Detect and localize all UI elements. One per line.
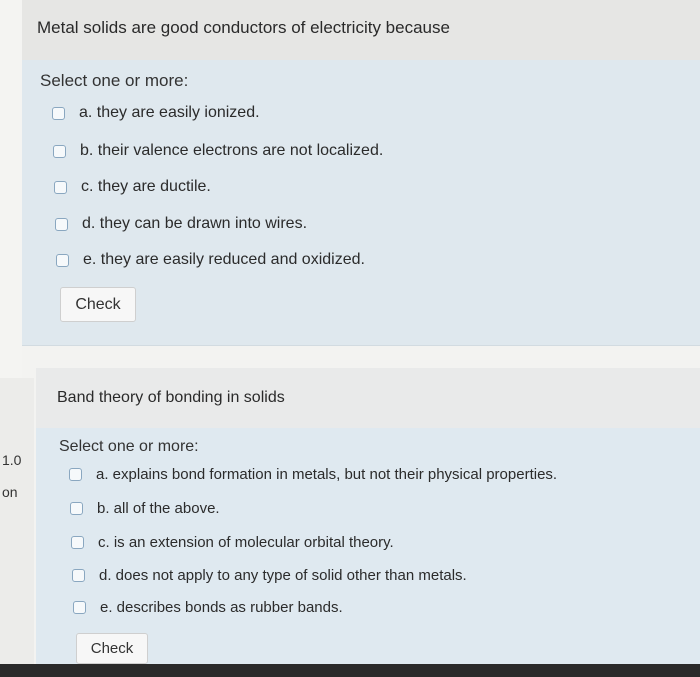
question-1-option-a[interactable]: a. they are easily ionized.: [52, 104, 260, 122]
checkbox[interactable]: [71, 536, 84, 549]
question-2-info-panel: 1.0 on: [0, 378, 34, 668]
checkbox[interactable]: [70, 502, 83, 515]
question-2-option-b[interactable]: b. all of the above.: [70, 500, 220, 517]
option-label: d. they can be drawn into wires.: [82, 215, 308, 232]
checkbox[interactable]: [73, 601, 86, 614]
option-label: e. they are easily reduced and oxidized.: [83, 251, 365, 268]
question-2-text: Band theory of bonding in solids: [57, 389, 285, 406]
checkbox[interactable]: [54, 180, 67, 194]
option-label: a. they are easily ionized.: [79, 104, 260, 121]
checkbox[interactable]: [55, 217, 68, 231]
checkbox[interactable]: [72, 569, 85, 582]
question-1-panel: Metal solids are good conductors of elec…: [22, 0, 700, 346]
checkbox[interactable]: [53, 144, 66, 158]
question-2-check-button[interactable]: Check: [76, 633, 148, 664]
question-2-option-a[interactable]: a. explains bond formation in metals, bu…: [69, 466, 557, 483]
option-label: c. is an extension of molecular orbital …: [98, 534, 394, 551]
question-1-check-button[interactable]: Check: [60, 287, 136, 322]
question-2-prompt: Select one or more:: [59, 438, 199, 455]
checkbox[interactable]: [56, 253, 69, 267]
question-2-option-d[interactable]: d. does not apply to any type of solid o…: [72, 567, 467, 584]
question-2-panel: Band theory of bonding in solids Select …: [36, 368, 700, 668]
option-label: b. all of the above.: [97, 500, 220, 517]
option-label: b. their valence electrons are not local…: [80, 142, 384, 159]
question-2-option-e[interactable]: e. describes bonds as rubber bands.: [73, 599, 343, 616]
question-1-option-e[interactable]: e. they are easily reduced and oxidized.: [56, 251, 365, 269]
question-2-grade: 1.0: [2, 452, 22, 468]
question-1-text: Metal solids are good conductors of elec…: [37, 18, 450, 37]
option-label: d. does not apply to any type of solid o…: [99, 567, 467, 584]
option-label: a. explains bond formation in metals, bu…: [96, 466, 558, 483]
question-2-option-c[interactable]: c. is an extension of molecular orbital …: [71, 534, 394, 551]
option-label: c. they are ductile.: [81, 178, 211, 195]
question-1-option-b[interactable]: b. their valence electrons are not local…: [53, 142, 383, 160]
question-2-flag-label[interactable]: on: [2, 484, 18, 500]
checkbox[interactable]: [69, 468, 82, 481]
screen-bottom-edge: [0, 664, 700, 677]
question-1-option-d[interactable]: d. they can be drawn into wires.: [55, 215, 307, 233]
question-1-prompt: Select one or more:: [40, 71, 189, 90]
question-1-option-c[interactable]: c. they are ductile.: [54, 178, 211, 196]
checkbox[interactable]: [52, 106, 65, 120]
option-label: e. describes bonds as rubber bands.: [100, 599, 343, 616]
